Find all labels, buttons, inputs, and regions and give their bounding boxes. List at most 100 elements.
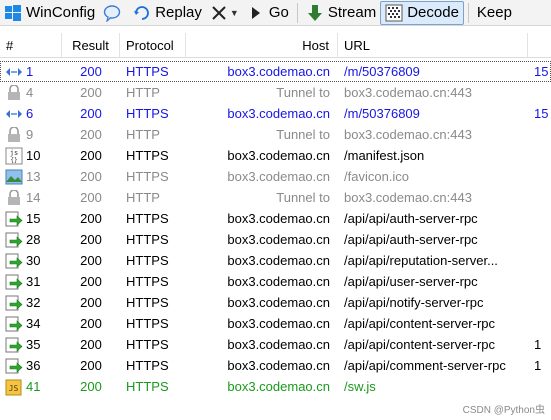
session-row[interactable]: 6 200 HTTPS box3.codemao.cn/m/50376809 15: [0, 103, 551, 124]
column-header-extra[interactable]: [528, 33, 551, 57]
comment-button[interactable]: [99, 1, 129, 25]
session-row[interactable]: 31 200 HTTPS box3.codemao.cn/api/api/user-s…: [0, 271, 551, 292]
session-row[interactable]: 35 200 HTTPS box3.codemao.cn/api/api/conten…: [0, 334, 551, 355]
decode-button[interactable]: Decode: [380, 0, 464, 25]
request-icon: [4, 210, 24, 228]
row-number: 30: [26, 253, 41, 268]
json-icon: js{}: [4, 147, 24, 165]
row-number: 28: [26, 232, 41, 247]
session-row[interactable]: 32 200 HTTPS box3.codemao.cn/api/api/notify…: [0, 292, 551, 313]
row-extra: 1: [534, 337, 542, 352]
stream-icon: [307, 4, 322, 21]
row-protocol: HTTPS: [126, 64, 169, 79]
session-row[interactable]: 9 200 HTTP Tunnel to box3.codemao.cn:443: [0, 124, 551, 145]
windows-icon: [5, 4, 21, 21]
session-row[interactable]: 15 200 HTTPS box3.codemao.cn/api/api/auth-s…: [0, 208, 551, 229]
row-url: /m/50376809: [344, 106, 420, 121]
row-result: 200: [80, 190, 102, 205]
row-url: box3.codemao.cn:443: [344, 190, 472, 205]
row-number: 31: [26, 274, 41, 289]
row-host: box3.codemao.cn: [227, 169, 330, 184]
remove-button[interactable]: ▼: [206, 1, 243, 25]
session-row[interactable]: 1 200 HTTPS box3.codemao.cn/m/50376809 15: [0, 61, 551, 82]
lock-icon: [4, 189, 24, 207]
row-number-cell: 1: [0, 63, 62, 81]
row-host: box3.codemao.cn: [227, 379, 330, 394]
script-icon: JS: [4, 378, 24, 396]
row-host: box3.codemao.cn: [227, 148, 330, 163]
go-label: Go: [268, 4, 289, 21]
row-result: 200: [80, 379, 102, 394]
row-number: 34: [26, 316, 41, 331]
row-number-cell: 34: [0, 315, 62, 333]
row-host: box3.codemao.cn: [227, 274, 330, 289]
request-icon: [4, 336, 24, 354]
row-number-cell: 4: [0, 84, 62, 102]
session-row[interactable]: 36 200 HTTPS box3.codemao.cn/api/api/commen…: [0, 355, 551, 376]
decode-icon: [385, 4, 403, 21]
row-host: Tunnel to: [276, 85, 330, 100]
session-row[interactable]: 30 200 HTTPS box3.codemao.cn/api/api/reputa…: [0, 250, 551, 271]
session-list-header: # Result Protocol Host URL: [0, 33, 551, 58]
row-result: 200: [80, 169, 102, 184]
session-row[interactable]: JS 41 200 HTTPS box3.codemao.cn/sw.js: [0, 376, 551, 397]
row-number: 14: [26, 190, 41, 205]
request-icon: [4, 294, 24, 312]
row-number: 6: [26, 106, 34, 121]
row-protocol: HTTPS: [126, 379, 169, 394]
replay-button[interactable]: Replay: [129, 1, 206, 25]
column-header-url[interactable]: URL: [338, 33, 528, 57]
stream-button[interactable]: Stream: [302, 1, 380, 25]
column-header-host[interactable]: Host: [186, 33, 338, 57]
row-protocol: HTTPS: [126, 106, 169, 121]
row-protocol: HTTP: [126, 190, 160, 205]
svg-text:{}: {}: [10, 157, 17, 164]
row-result: 200: [80, 232, 102, 247]
row-url: /favicon.ico: [344, 169, 410, 184]
column-header-num[interactable]: #: [0, 33, 62, 57]
session-row[interactable]: 4 200 HTTP Tunnel to box3.codemao.cn:443: [0, 82, 551, 103]
row-number-cell: js{} 10: [0, 147, 62, 165]
row-number: 41: [26, 379, 41, 394]
stream-label: Stream: [327, 4, 377, 21]
session-row[interactable]: 14 200 HTTP Tunnel to box3.codemao.cn:443: [0, 187, 551, 208]
chevron-down-icon: ▼: [229, 7, 239, 18]
row-number: 13: [26, 169, 41, 184]
row-host: box3.codemao.cn: [227, 316, 330, 331]
row-host: box3.codemao.cn: [227, 64, 330, 79]
session-row[interactable]: 28 200 HTTPS box3.codemao.cn/api/api/auth-s…: [0, 229, 551, 250]
row-result: 200: [80, 337, 102, 352]
session-row[interactable]: js{} 10 200 HTTPS box3.codemao.cn/manifest.j…: [0, 145, 551, 166]
row-number-cell: 35: [0, 336, 62, 354]
row-host: box3.codemao.cn: [227, 358, 330, 373]
request-icon: [4, 315, 24, 333]
row-host: Tunnel to: [276, 190, 330, 205]
keep-button[interactable]: Keep: [473, 1, 516, 25]
row-number-cell: 32: [0, 294, 62, 312]
row-url: /api/api/user-server-rpc: [344, 274, 478, 289]
row-url: /api/api/reputation-server...: [344, 253, 498, 268]
row-protocol: HTTP: [126, 85, 160, 100]
row-number: 9: [26, 127, 34, 142]
decode-label: Decode: [407, 4, 459, 21]
row-protocol: HTTPS: [126, 295, 169, 310]
row-number: 36: [26, 358, 41, 373]
session-list: 1 200 HTTPS box3.codemao.cn/m/50376809 15 4 20…: [0, 61, 551, 397]
row-result: 200: [80, 358, 102, 373]
column-header-result[interactable]: Result: [62, 33, 120, 57]
row-protocol: HTTPS: [126, 169, 169, 184]
session-row[interactable]: 34 200 HTTPS box3.codemao.cn/api/api/conten…: [0, 313, 551, 334]
row-host: box3.codemao.cn: [227, 337, 330, 352]
row-host: box3.codemao.cn: [227, 253, 330, 268]
winconfig-button[interactable]: WinConfig: [0, 1, 99, 25]
row-number: 15: [26, 211, 41, 226]
row-number-cell: 15: [0, 210, 62, 228]
session-row[interactable]: 13 200 HTTPS box3.codemao.cn/favicon.ico: [0, 166, 551, 187]
column-header-protocol[interactable]: Protocol: [120, 33, 186, 57]
replay-icon: [134, 5, 150, 20]
go-icon: [251, 6, 260, 19]
go-button[interactable]: Go: [243, 1, 293, 25]
row-number-cell: 13: [0, 168, 62, 186]
row-protocol: HTTP: [126, 127, 160, 142]
toolbar-divider: [296, 2, 298, 23]
